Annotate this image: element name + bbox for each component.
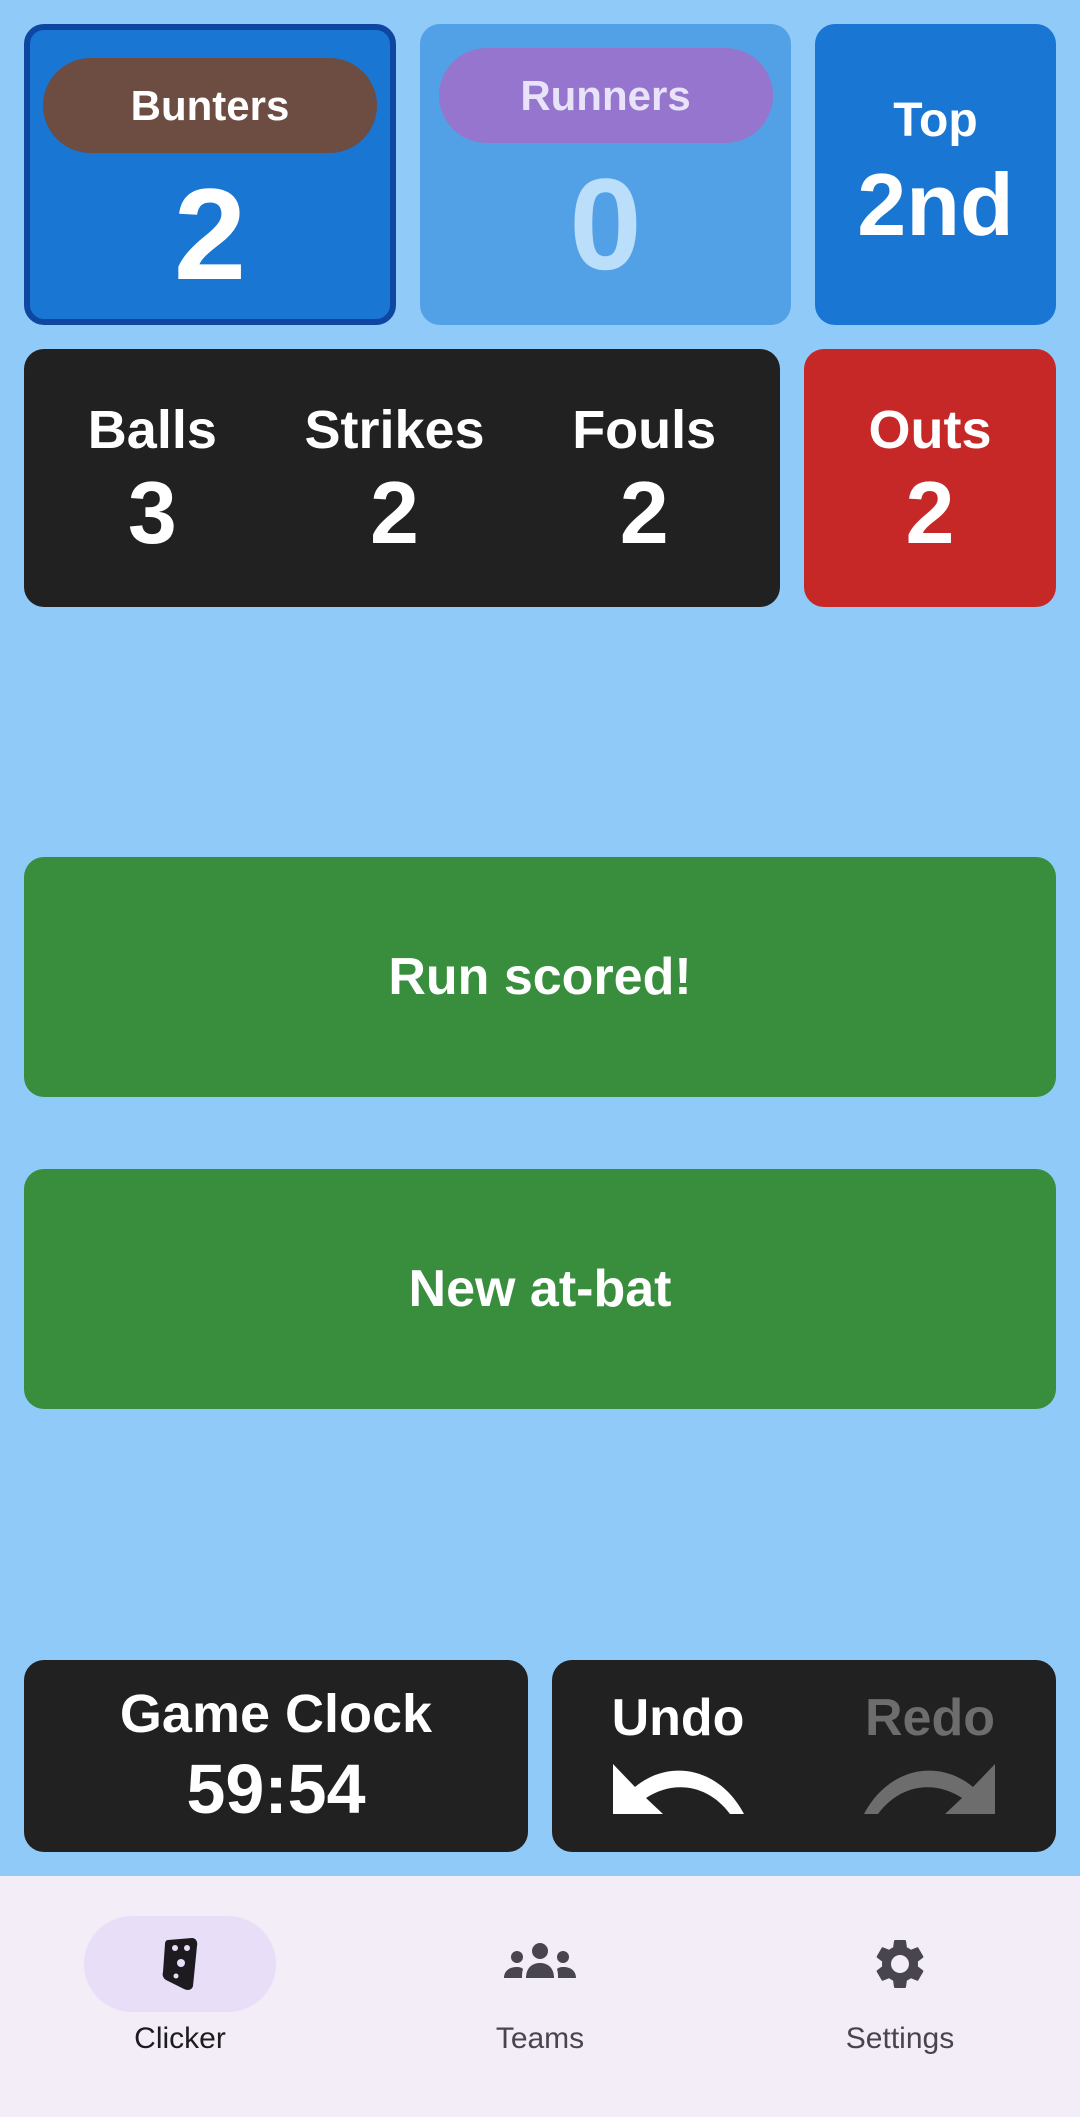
- balls-label: Balls: [87, 400, 217, 460]
- count-panel: Balls 3 Strikes 2 Fouls 2: [24, 349, 780, 607]
- gear-icon: [876, 1939, 924, 1988]
- groups-icon: [504, 1943, 576, 1978]
- home-team-card[interactable]: Bunters 2: [24, 24, 396, 325]
- away-team-name-pill: Runners: [438, 48, 773, 143]
- home-team-name: Bunters: [130, 81, 290, 129]
- nav-item-teams[interactable]: Teams: [410, 1916, 670, 2117]
- outs-value: 2: [905, 463, 955, 562]
- undo-button[interactable]: Undo: [608, 1688, 748, 1824]
- fouls-counter[interactable]: Fouls 2: [572, 399, 716, 557]
- new-at-bat-button[interactable]: New at-bat: [24, 1169, 1056, 1409]
- undo-label: Undo: [611, 1689, 745, 1747]
- game-clock-label: Game Clock: [119, 1684, 433, 1744]
- nav-active-indicator: [84, 1916, 276, 2012]
- nav-label-clicker: Clicker: [134, 2022, 226, 2055]
- redo-button[interactable]: Redo: [860, 1688, 1000, 1824]
- nav-label-teams: Teams: [495, 2022, 585, 2055]
- home-team-score: 2: [173, 161, 247, 307]
- strikes-label: Strikes: [304, 400, 485, 460]
- nav-label-settings: Settings: [845, 2022, 955, 2055]
- fouls-label: Fouls: [572, 400, 717, 460]
- home-team-name-pill: Bunters: [43, 58, 377, 153]
- balls-value: 3: [127, 463, 177, 562]
- balls-counter[interactable]: Balls 3: [88, 399, 217, 557]
- nav-item-settings[interactable]: Settings: [770, 1916, 1030, 2117]
- away-team-card[interactable]: Runners 0: [420, 24, 791, 325]
- clicker-icon: [162, 1938, 198, 1990]
- game-clock[interactable]: Game Clock 59:54: [24, 1660, 528, 1852]
- away-team-name: Runners: [520, 71, 691, 119]
- undo-icon: [613, 1764, 744, 1814]
- strikes-value: 2: [370, 463, 419, 562]
- outs-label: Outs: [868, 400, 992, 460]
- game-clock-value: 59:54: [186, 1750, 366, 1828]
- redo-label: Redo: [865, 1689, 995, 1747]
- inning-number: 2nd: [857, 155, 1014, 254]
- bottom-navigation: Clicker Teams Settings: [0, 1876, 1080, 2117]
- away-team-score: 0: [569, 151, 642, 297]
- nav-item-clicker[interactable]: Clicker: [50, 1916, 310, 2117]
- outs-counter[interactable]: Outs 2: [804, 349, 1056, 607]
- inning-half: Top: [893, 94, 978, 147]
- fouls-value: 2: [619, 463, 669, 562]
- redo-icon: [864, 1764, 995, 1814]
- strikes-counter[interactable]: Strikes 2: [304, 399, 484, 557]
- run-scored-button[interactable]: Run scored!: [24, 857, 1056, 1097]
- undo-redo-panel: Undo Redo: [552, 1660, 1056, 1852]
- inning-card[interactable]: Top 2nd: [815, 24, 1056, 325]
